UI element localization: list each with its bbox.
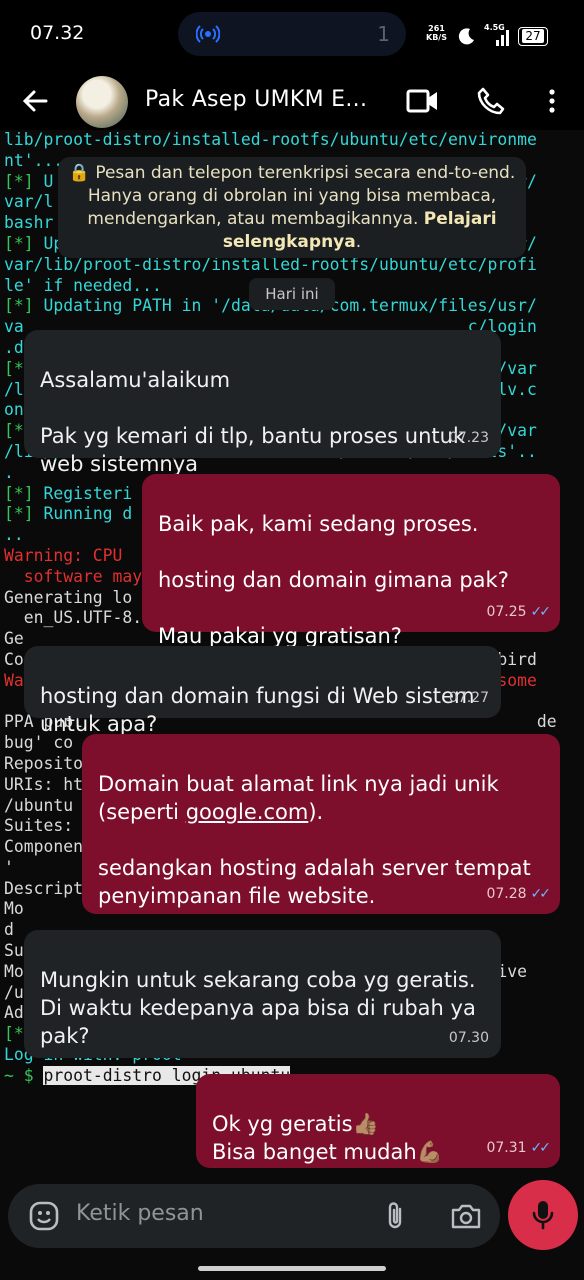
status-bar: 07.32 1 261 KB/S 4.5G 27 [0,0,584,70]
message-text: Mungkin untuk sekarang coba yg geratis. … [40,968,476,1048]
message-meta: 07.31 ✓✓ [486,1134,552,1162]
microphone-icon [532,1201,554,1230]
message-time: 07.31 [486,1140,527,1156]
battery-level: 27 [522,29,544,43]
video-call-icon[interactable] [406,88,440,114]
message-time: 07.23 [448,430,489,446]
encryption-notice[interactable]: 🔒 Pesan dan telepon terenkripsi secara e… [58,157,526,258]
message-time: 07.30 [448,1030,489,1046]
more-vert-icon[interactable] [542,86,562,116]
read-ticks-icon: ✓✓ [530,604,552,620]
message-outgoing[interactable]: Domain buat alamat link nya jadi unik (s… [82,734,560,914]
message-time: 07.27 [448,690,489,706]
signal-icon [496,30,509,46]
message-meta: 07.28 ✓✓ [486,880,552,908]
dynamic-island: 1 [178,12,406,56]
message-incoming[interactable]: Mungkin untuk sekarang coba yg geratis. … [24,930,501,1058]
notification-count: 1 [377,22,390,46]
message-incoming[interactable]: Assalamu'alaikum Pak yg kemari di tlp, b… [24,330,501,476]
date-chip: Hari ini [249,278,335,310]
status-time: 07.32 [30,22,85,44]
attach-icon[interactable] [382,1200,410,1232]
message-input[interactable]: Ketik pesan [76,1201,204,1226]
terminal-line: lib/proot-distro/installed-rootfs/ubuntu… [4,130,537,149]
broadcast-icon [196,25,220,43]
message-time: 07.25 [486,604,527,620]
read-ticks-icon: ✓✓ [530,1140,552,1156]
contact-name[interactable]: Pak Asep UMKM E... [145,87,367,112]
message-text: Ok yg geratis👍🏽 Bisa banget mudah💪🏽 [212,1112,443,1164]
message-link[interactable]: google.com [186,800,309,824]
message-time: 07.28 [486,886,527,902]
read-ticks-icon: ✓✓ [530,886,552,902]
voice-record-button[interactable] [508,1180,578,1250]
message-meta: 07.25 ✓✓ [486,598,552,626]
net-speed-value: 261 [428,24,445,33]
emoji-icon[interactable] [28,1200,60,1232]
phone-icon[interactable] [476,86,506,116]
home-indicator[interactable] [198,1266,386,1271]
message-input-bar[interactable]: Ketik pesan [8,1184,500,1248]
avatar[interactable] [76,76,128,128]
chat-header: Pak Asep UMKM E... [0,70,584,130]
message-outgoing[interactable]: Baik pak, kami sedang proses. hosting da… [142,474,560,648]
net-speed-unit: KB/S [426,33,447,42]
battery-indicator: 27 [518,27,548,46]
message-outgoing[interactable]: Ok yg geratis👍🏽 Bisa banget mudah💪🏽 07.3… [196,1074,560,1168]
lock-icon: 🔒 [68,163,90,183]
back-arrow-icon[interactable] [18,84,52,118]
message-text: Baik pak, kami sedang proses. hosting da… [158,512,509,648]
moon-icon [458,28,474,45]
network-speed: 261 KB/S [426,24,447,42]
message-incoming[interactable]: hosting dan domain fungsi di Web sistem … [24,646,501,736]
camera-icon[interactable] [450,1202,482,1230]
